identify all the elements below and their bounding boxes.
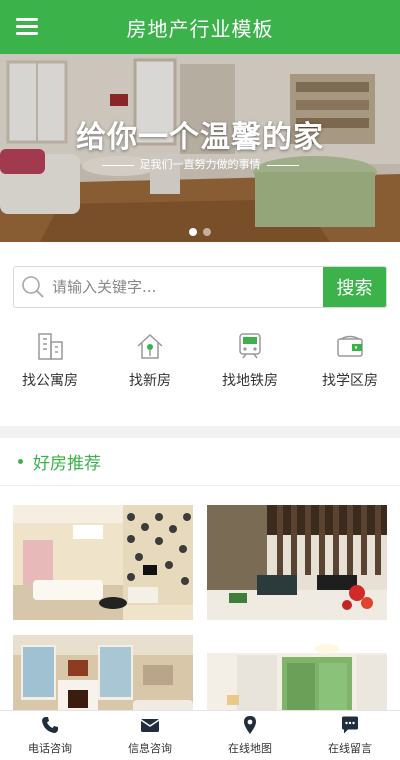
quick-nav-label: 找学区房 <box>322 373 378 389</box>
carousel-dot-2[interactable] <box>203 228 211 236</box>
page-title: 房地产行业模板 <box>126 16 274 41</box>
apartment-building-icon <box>38 333 63 360</box>
quick-nav-school-district[interactable]: 找学区房 <box>300 332 400 394</box>
bottom-nav-label: 信息咨询 <box>128 742 172 755</box>
bottom-nav-message[interactable]: 信息咨询 <box>100 711 200 760</box>
search-bar: 搜索 <box>13 266 387 308</box>
chat-bubble-icon <box>342 716 358 734</box>
quick-nav-label: 找公寓房 <box>22 373 78 389</box>
listing-card-1[interactable] <box>13 505 193 620</box>
search-button[interactable]: 搜索 <box>323 267 386 307</box>
bottom-nav-phone[interactable]: 电话咨询 <box>0 711 100 760</box>
app-header: 房地产行业模板 <box>0 0 400 54</box>
bottom-nav-map[interactable]: 在线地图 <box>200 711 300 760</box>
quick-nav-apartment[interactable]: 找公寓房 <box>0 332 100 394</box>
banner-subtitle: 足我们一直努力做的事情 <box>0 156 400 172</box>
quick-nav-label: 找新房 <box>129 373 171 389</box>
hamburger-menu-icon[interactable] <box>14 14 40 38</box>
section-divider <box>0 426 400 438</box>
school-district-icon <box>337 335 363 357</box>
carousel-dot-1[interactable] <box>189 228 197 236</box>
subway-train-icon <box>239 333 261 359</box>
envelope-icon <box>140 719 160 732</box>
section-bullet <box>18 459 23 464</box>
phone-icon <box>42 717 58 733</box>
quick-nav-subway[interactable]: 找地铁房 <box>200 332 300 394</box>
bottom-nav-chat[interactable]: 在线留言 <box>300 711 400 760</box>
listing-photo <box>13 505 193 620</box>
listing-photo <box>207 505 387 620</box>
carousel-dots <box>0 228 400 236</box>
bottom-nav-label: 在线留言 <box>328 742 372 755</box>
bottom-nav-label: 在线地图 <box>228 742 272 755</box>
quick-nav-label: 找地铁房 <box>222 373 278 389</box>
recommended-section-header: 好房推荐 <box>0 438 400 486</box>
bottom-nav: 电话咨询 信息咨询 在线地图 在线留言 <box>0 710 400 760</box>
map-pin-icon <box>244 716 256 734</box>
page: 房地产行业模板 给你一个温馨的家 足我们一直努力做的事情 请输入关键字... 搜… <box>0 0 400 760</box>
quick-nav: 找公寓房 找新房 找地铁房 找学区房 <box>0 332 400 394</box>
new-house-icon <box>137 333 163 359</box>
bottom-nav-label: 电话咨询 <box>28 742 72 755</box>
search-input[interactable] <box>52 267 323 307</box>
section-title: 好房推荐 <box>33 454 101 474</box>
quick-nav-new-house[interactable]: 找新房 <box>100 332 200 394</box>
search-icon <box>14 267 52 307</box>
banner-title: 给你一个温馨的家 <box>76 120 324 155</box>
listing-card-2[interactable] <box>207 505 387 620</box>
hero-banner[interactable]: 给你一个温馨的家 足我们一直努力做的事情 <box>0 54 400 242</box>
